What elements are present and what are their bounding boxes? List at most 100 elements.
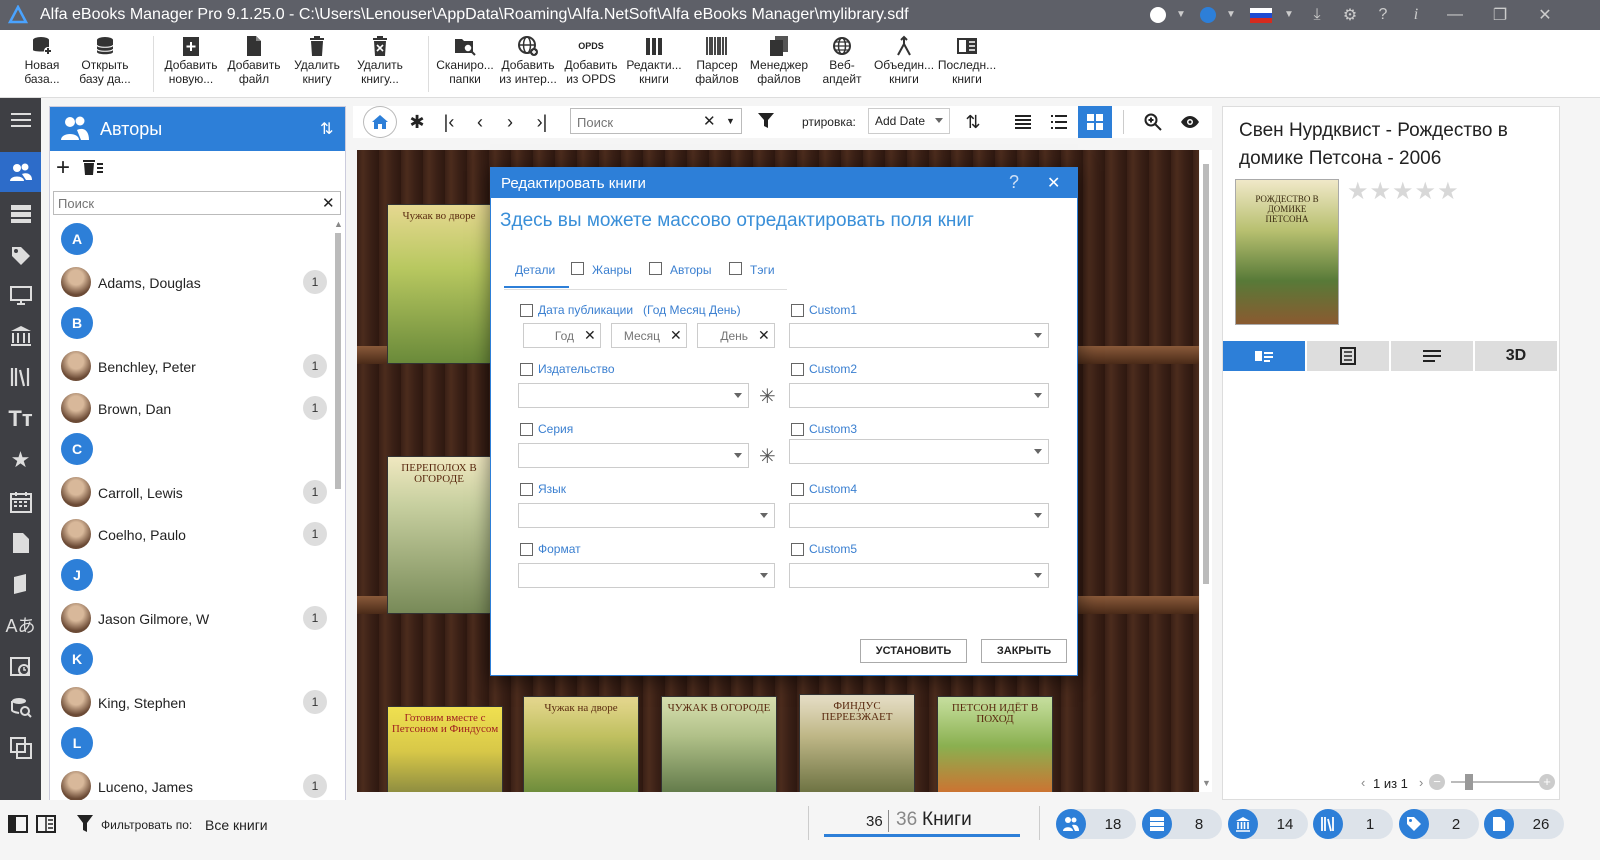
zoom-slider-thumb[interactable] (1465, 774, 1473, 790)
book-cover[interactable]: Чужак на дворе (523, 696, 639, 792)
merge-books-button[interactable]: Объедин... книги (872, 34, 936, 96)
chevron-down-icon[interactable]: ▼ (1284, 9, 1294, 20)
add-from-opds-button[interactable]: OPDS Добавить из OPDS (560, 34, 622, 96)
last-page-icon[interactable]: ›| (528, 108, 556, 136)
home-button[interactable] (363, 106, 397, 138)
books-search-box[interactable]: ✕ ▼ (570, 108, 742, 134)
add-author-button[interactable]: + (56, 156, 70, 180)
sort-select[interactable]: Add Date (868, 108, 950, 134)
custom4-checkbox[interactable] (791, 483, 804, 496)
format-checkbox[interactable] (520, 543, 533, 556)
dialog-close-icon[interactable]: ✕ (1047, 173, 1060, 193)
scroll-thumb[interactable] (1203, 164, 1209, 584)
zoom-icon[interactable] (1139, 108, 1167, 136)
nav-tags-icon[interactable] (0, 236, 41, 276)
apply-button[interactable]: УСТАНОВИТЬ (860, 639, 967, 663)
stat-badge[interactable]: 18 (1056, 809, 1136, 839)
series-select[interactable] (518, 443, 749, 468)
tab-authors[interactable]: Авторы (649, 260, 719, 282)
scan-folders-button[interactable]: Сканиро... папки (434, 34, 496, 96)
nav-languages-icon[interactable]: Aあ (0, 605, 41, 645)
single-pane-icon[interactable] (8, 815, 28, 833)
prev-page-icon[interactable]: ‹ (466, 108, 494, 136)
recent-books-button[interactable]: Последн... книги (936, 34, 998, 96)
tab-details[interactable]: Детали (504, 254, 569, 288)
book-cover[interactable]: ПЕТСОН ИДЁТ В ПОХОД (937, 696, 1053, 792)
zoom-slider[interactable] (1451, 774, 1541, 790)
view-cover-info-button[interactable] (1223, 341, 1305, 371)
custom2-select[interactable] (789, 383, 1049, 408)
close-icon[interactable]: ✕ (1530, 0, 1560, 30)
publisher-select[interactable] (518, 383, 749, 408)
theme-blue-icon[interactable] (1200, 7, 1216, 23)
tab-genres-checkbox[interactable] (571, 262, 584, 275)
asterisk-icon[interactable]: ✱ (403, 108, 431, 136)
view-3d-button[interactable]: 3D (1475, 341, 1557, 371)
custom1-checkbox[interactable] (791, 304, 804, 317)
sort-direction-icon[interactable]: ⇅ (959, 108, 987, 136)
next-page-icon[interactable]: › (496, 108, 524, 136)
nav-fonts-icon[interactable]: Tт (0, 399, 41, 439)
next-page-icon[interactable]: › (1419, 775, 1423, 790)
language-flag-icon[interactable] (1250, 8, 1272, 23)
nav-favorites-icon[interactable]: ★ (0, 440, 41, 480)
chevron-down-icon[interactable]: ▼ (1226, 9, 1236, 20)
list-view-icon[interactable] (1009, 108, 1037, 136)
star-icon[interactable]: ★ (1370, 178, 1393, 205)
star-icon[interactable]: ★ (1347, 178, 1370, 205)
book-cover[interactable]: ФИНДУС ПЕРЕЕЗЖАЕТ (799, 694, 915, 792)
info-icon[interactable]: i (1401, 0, 1431, 30)
month-input[interactable] (614, 327, 660, 345)
clear-day-icon[interactable]: ✕ (758, 327, 770, 344)
author-list-item[interactable]: Coelho, Paulo 1 (58, 515, 328, 555)
delete-book-file-button[interactable]: Удалить книгу... (351, 34, 409, 96)
download-icon[interactable]: ⤓ (1302, 0, 1332, 30)
minimize-icon[interactable]: — (1440, 0, 1470, 30)
month-field[interactable]: ✕ (611, 323, 687, 348)
file-parser-button[interactable]: Парсер файлов (686, 34, 748, 96)
add-from-internet-button[interactable]: Добавить из интер... (497, 34, 559, 96)
shelf-scrollbar[interactable]: ▼ (1200, 150, 1212, 792)
author-list-item[interactable]: King, Stephen 1 (58, 683, 328, 723)
nav-database-search-icon[interactable] (0, 687, 41, 727)
book-cover[interactable]: ПЕРЕПОЛОХ В ОГОРОДЕ (387, 456, 491, 614)
star-icon[interactable]: ★ (1415, 178, 1438, 205)
series-checkbox[interactable] (520, 423, 533, 436)
nav-library-icon[interactable] (0, 357, 41, 397)
tab-authors-checkbox[interactable] (649, 262, 662, 275)
clear-year-icon[interactable]: ✕ (584, 327, 596, 344)
language-select[interactable] (518, 503, 775, 528)
sort-authors-icon[interactable]: ⇅ (320, 119, 333, 139)
nav-publishers-icon[interactable] (0, 316, 41, 356)
view-text-button[interactable] (1307, 341, 1389, 371)
status-filter-icon[interactable] (76, 814, 94, 834)
theme-white-icon[interactable] (1150, 7, 1166, 23)
year-input[interactable] (526, 327, 574, 345)
author-list-item[interactable]: Carroll, Lewis 1 (58, 473, 328, 513)
custom2-checkbox[interactable] (791, 363, 804, 376)
author-list-item[interactable]: Brown, Dan 1 (58, 389, 328, 429)
file-manager-button[interactable]: Менеджер файлов (746, 34, 812, 96)
delete-author-button[interactable] (82, 158, 104, 176)
chevron-down-icon[interactable]: ▼ (1176, 9, 1186, 20)
books-search-input[interactable] (577, 113, 697, 131)
custom1-select[interactable] (789, 323, 1049, 348)
tab-tags[interactable]: Тэги (729, 260, 789, 282)
nav-books-icon[interactable] (0, 564, 41, 604)
custom4-select[interactable] (789, 503, 1049, 528)
day-field[interactable]: ✕ (697, 323, 775, 348)
stat-badge[interactable]: 26 (1484, 809, 1564, 839)
book-cover[interactable]: ЧУЖАК В ОГОРОДЕ (661, 696, 777, 792)
search-history-dropdown-icon[interactable]: ▼ (726, 116, 735, 126)
stat-badge[interactable]: 14 (1228, 809, 1308, 839)
menu-icon[interactable] (0, 100, 41, 140)
delete-book-button[interactable]: Удалить книгу (288, 34, 346, 96)
authors-search-box[interactable]: ✕ (53, 191, 341, 215)
view-list-button[interactable] (1391, 341, 1473, 371)
filter-value[interactable]: Все книги (205, 817, 268, 833)
series-wildcard-icon[interactable]: ✳ (759, 444, 776, 469)
author-list-item[interactable]: Benchley, Peter 1 (58, 347, 328, 387)
add-file-button[interactable]: Добавить файл (225, 34, 283, 96)
zoom-out-icon[interactable]: − (1429, 774, 1445, 790)
scroll-thumb[interactable] (335, 233, 341, 489)
